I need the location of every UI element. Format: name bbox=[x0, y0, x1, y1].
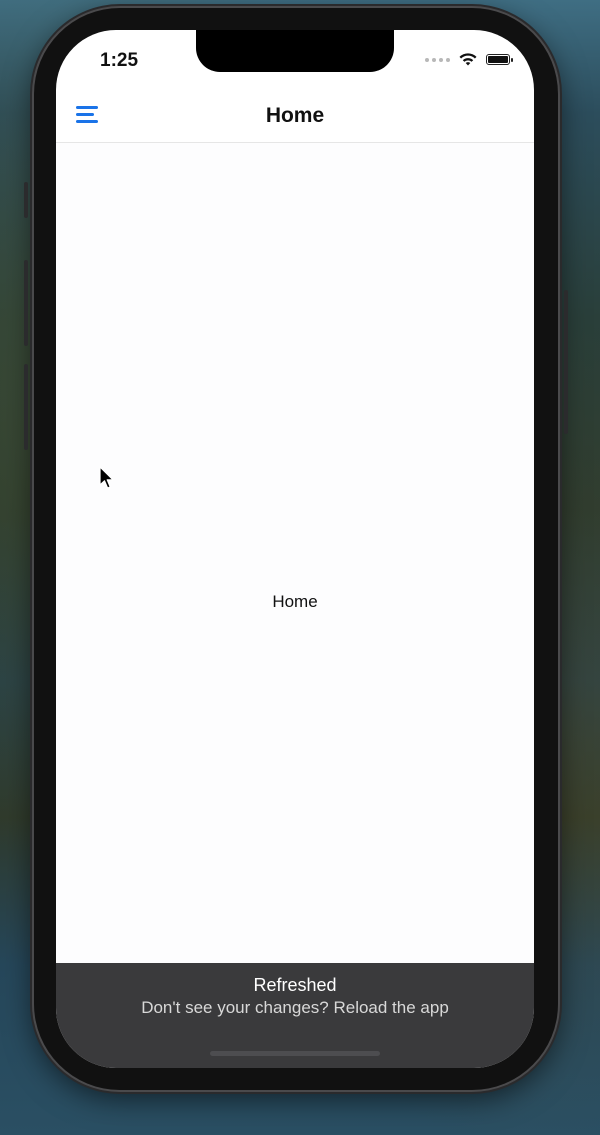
toast-subtitle: Don't see your changes? Reload the app bbox=[141, 998, 449, 1017]
volume-up-button bbox=[24, 260, 28, 346]
refresh-toast[interactable]: Refreshed Don't see your changes? Reload… bbox=[56, 963, 534, 1068]
notch bbox=[196, 30, 394, 72]
home-indicator[interactable] bbox=[210, 1051, 380, 1056]
main-content: Home bbox=[56, 143, 534, 963]
cellular-signal-icon bbox=[425, 57, 450, 62]
page-title: Home bbox=[265, 104, 325, 127]
silent-switch bbox=[24, 182, 28, 218]
battery-icon bbox=[486, 54, 513, 65]
status-time: 1:25 bbox=[100, 50, 139, 71]
mouse-cursor-icon bbox=[99, 466, 114, 489]
power-button bbox=[564, 290, 568, 434]
battery-fill bbox=[488, 56, 508, 63]
device-screen: 1:25 Home Home Refreshed Don't see your … bbox=[56, 30, 534, 1068]
toast-title: Refreshed bbox=[253, 975, 337, 995]
navigation-bar: Home bbox=[56, 92, 534, 143]
wifi-icon bbox=[459, 53, 477, 66]
volume-down-button bbox=[24, 364, 28, 450]
status-icons bbox=[425, 52, 513, 67]
home-label: Home bbox=[272, 592, 318, 611]
